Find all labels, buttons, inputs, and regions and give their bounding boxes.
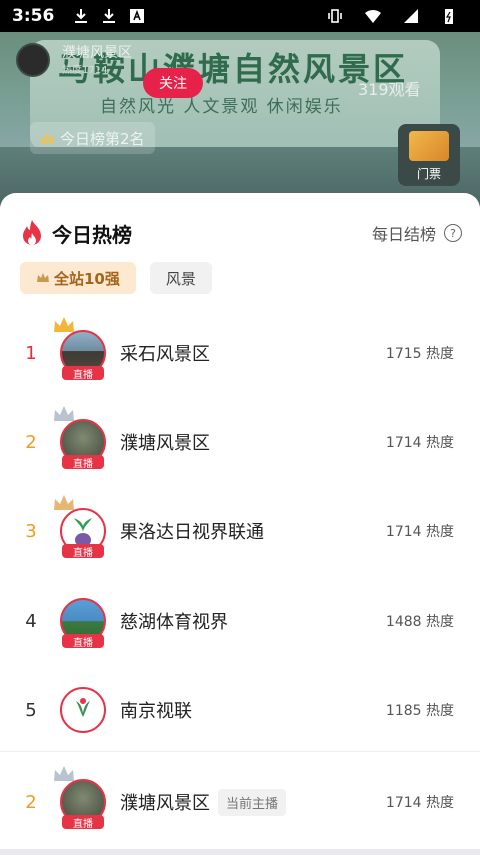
anchor-name: 濮塘风景区 [62, 44, 132, 61]
avatar[interactable]: 直播 [60, 598, 106, 649]
download-icon [75, 9, 88, 23]
anchor-heat: 热度1714 [62, 64, 108, 76]
live-badge: 直播 [62, 634, 104, 649]
ticket-label: 门票 [416, 167, 441, 181]
daily-settle-info[interactable]: 每日结榜 ? [372, 221, 462, 245]
fire-icon [23, 220, 41, 245]
item-name: 果洛达日视界联通 [120, 522, 264, 543]
rank-number: 5 [25, 699, 37, 721]
app-notification-icon [130, 9, 145, 23]
rank-number: 4 [25, 610, 37, 632]
sheet-header: 今日热榜 每日结榜 ? [20, 213, 462, 253]
ticket-button[interactable]: 门票 [398, 124, 460, 186]
list-tabs: 全站10强 风景 [20, 262, 212, 294]
item-name: 慈湖体育视界 [120, 612, 228, 633]
rank-number: 2 [25, 431, 37, 453]
avatar[interactable] [60, 687, 106, 733]
crown-icon [54, 406, 74, 421]
crown-icon [54, 317, 74, 332]
current-anchor-row[interactable]: 2 直播 濮塘风景区 当前主播 1714 热度 [0, 764, 480, 840]
list-item[interactable]: 2 直播 濮塘风景区 1714 热度 [0, 404, 480, 480]
ticket-icon [409, 131, 449, 161]
avatar[interactable]: 直播 [54, 317, 106, 381]
current-anchor-tag: 当前主播 [218, 788, 287, 816]
item-heat: 1714 热度 [385, 435, 454, 451]
wifi-icon [365, 9, 381, 23]
crown-icon [54, 766, 74, 781]
avatar[interactable]: 直播 [54, 495, 106, 559]
avatar[interactable]: 直播 [54, 766, 106, 830]
item-heat: 1715 热度 [385, 346, 454, 362]
avatar-image [60, 687, 106, 733]
follow-button[interactable]: 关注 [143, 68, 203, 98]
live-badge: 直播 [62, 455, 104, 470]
tab-top10[interactable]: 全站10强 [20, 262, 136, 294]
signal-icon [404, 9, 418, 23]
status-time: 3:56 [12, 6, 55, 26]
tab-scenery[interactable]: 风景 [149, 262, 212, 294]
rank-number: 3 [25, 520, 37, 542]
item-heat: 1714 热度 [385, 524, 454, 540]
vibrate-icon [328, 9, 342, 23]
item-heat: 1185 热度 [385, 703, 454, 719]
item-name: 采石风景区 [120, 344, 210, 365]
rank-number: 2 [25, 791, 37, 813]
list-item[interactable]: 3 直播 果洛达日视界联通 1714 热度 [0, 493, 480, 569]
divider [0, 751, 480, 752]
rank-number: 1 [25, 342, 37, 364]
crown-icon [54, 495, 74, 510]
anchor-avatar[interactable] [16, 43, 50, 77]
avatar[interactable]: 直播 [54, 406, 106, 470]
list-item[interactable]: 4 直播 慈湖体育视界 1488 热度 [0, 583, 480, 659]
live-badge: 直播 [62, 815, 104, 830]
hot-list-sheet: 今日热榜 每日结榜 ? 全站10强 风景 1 直播 采石风景区 1715 热度 … [0, 193, 480, 855]
tab-label: 风景 [165, 269, 196, 288]
bar-chart-icon [41, 134, 53, 144]
viewer-count: 319观看 [358, 80, 421, 99]
daily-rank-label: 今日榜第2名 [60, 129, 145, 148]
crown-icon [37, 273, 49, 282]
item-name: 濮塘风景区 [120, 793, 210, 814]
item-name: 濮塘风景区 [120, 433, 210, 454]
settle-label: 每日结榜 [371, 225, 436, 244]
navigation-bar [0, 849, 480, 855]
tab-label: 全站10强 [54, 269, 120, 288]
live-badge: 直播 [62, 544, 104, 559]
live-badge: 直播 [62, 366, 104, 381]
logo-icon [76, 698, 90, 717]
help-icon[interactable]: ? [444, 224, 462, 242]
list-item[interactable]: 1 直播 采石风景区 1715 热度 [0, 315, 480, 391]
poster-subtitle: 自然风光 人文景观 休闲娱乐 [100, 97, 343, 117]
list-item[interactable]: 5 南京视联 1185 热度 [0, 672, 480, 748]
battery-icon [445, 9, 453, 24]
item-heat: 1714 热度 [385, 795, 454, 811]
item-name: 南京视联 [120, 701, 192, 722]
download-icon [103, 9, 116, 23]
item-heat: 1488 热度 [385, 614, 454, 630]
status-bar: 3:56 [0, 0, 480, 32]
daily-rank-chip[interactable]: 今日榜第2名 [30, 122, 155, 154]
sheet-title: 今日热榜 [52, 222, 132, 247]
